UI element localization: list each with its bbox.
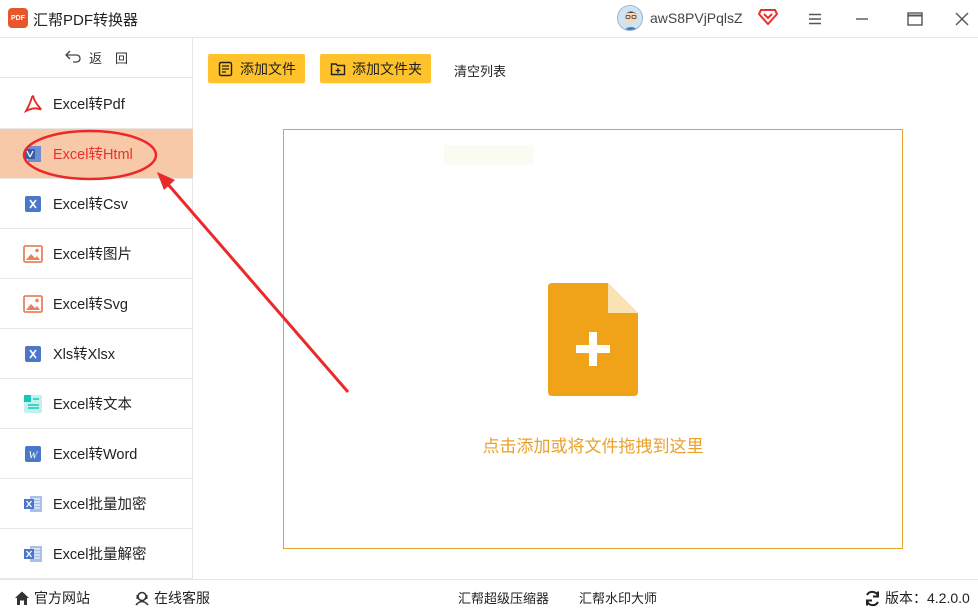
- version-label: 版本：: [885, 590, 927, 606]
- sidebar-item-excel-to-html[interactable]: Excel转Html: [0, 129, 193, 179]
- sidebar-item-xls-to-xlsx[interactable]: Xls转Xlsx: [0, 329, 193, 379]
- compressor-label: 汇帮超级压缩器: [458, 591, 550, 606]
- add-document-icon[interactable]: [548, 283, 638, 396]
- maximize-icon[interactable]: [902, 6, 928, 32]
- clear-list-button[interactable]: 清空列表: [454, 61, 506, 80]
- sidebar-item-excel-to-image[interactable]: Excel转图片: [0, 229, 193, 279]
- back-label: 返 回: [88, 51, 128, 66]
- add-folder-button[interactable]: 添加文件夹: [320, 54, 431, 83]
- app-title: 汇帮PDF转换器: [33, 12, 139, 29]
- add-folder-label: 添加文件夹: [352, 60, 422, 77]
- csv-icon: [23, 194, 43, 214]
- sidebar-item-excel-to-csv[interactable]: Excel转Csv: [0, 179, 193, 229]
- status-bar: 官方网站 在线客服 汇帮超级压缩器 汇帮水印大师 版本： 4.2.0.0: [0, 579, 978, 611]
- watermark-link[interactable]: 汇帮水印大师: [579, 588, 657, 607]
- excel-unlock-icon: [23, 544, 43, 564]
- sidebar-item-label: Excel转Word: [53, 447, 138, 463]
- app-logo: PDF: [8, 8, 28, 28]
- back-button[interactable]: 返 回: [0, 38, 193, 78]
- minimize-icon[interactable]: [849, 6, 875, 32]
- username[interactable]: awS8PVjPqlsZ: [650, 10, 743, 26]
- sidebar-item-excel-to-pdf[interactable]: Excel转Pdf: [0, 79, 193, 129]
- add-file-button[interactable]: 添加文件: [208, 54, 305, 83]
- title-bar: PDF 汇帮PDF转换器 awS8PVjPqlsZ: [0, 0, 978, 38]
- watermark-label: 汇帮水印大师: [579, 591, 658, 606]
- vip-diamond-icon[interactable]: [757, 8, 779, 26]
- drop-zone-text: 点击添加或将文件拖拽到这里: [482, 437, 704, 456]
- xlsx-icon: [23, 344, 43, 364]
- version-info[interactable]: 版本： 4.2.0.0: [864, 588, 970, 608]
- word-icon: W: [23, 444, 43, 464]
- menu-icon[interactable]: [802, 6, 828, 32]
- avatar[interactable]: [617, 5, 643, 31]
- sidebar-item-label: Excel转文本: [53, 397, 132, 413]
- compressor-link[interactable]: 汇帮超级压缩器: [458, 588, 549, 607]
- file-drop-zone[interactable]: 点击添加或将文件拖拽到这里: [283, 129, 903, 549]
- sidebar: 返 回 Excel转Pdf Excel转Html Excel转Csv Excel…: [0, 38, 193, 579]
- sidebar-item-label: Excel转Html: [53, 147, 133, 163]
- sidebar-item-excel-to-word[interactable]: W Excel转Word: [0, 429, 193, 479]
- pdf-icon: [23, 94, 43, 114]
- sidebar-item-label: Excel转Svg: [53, 297, 128, 313]
- official-website-label: 官方网站: [34, 590, 90, 606]
- sidebar-item-excel-batch-decrypt[interactable]: Excel批量解密: [0, 529, 193, 579]
- online-support-link[interactable]: 在线客服: [134, 588, 210, 608]
- sidebar-item-label: Excel批量加密: [53, 497, 147, 513]
- online-support-label: 在线客服: [154, 590, 210, 606]
- text-icon: [23, 394, 43, 414]
- sidebar-item-label: Excel转图片: [53, 247, 132, 263]
- drop-hint-area: [444, 145, 534, 165]
- add-file-label: 添加文件: [240, 60, 296, 77]
- close-icon[interactable]: [949, 6, 975, 32]
- version-number: 4.2.0.0: [927, 590, 970, 606]
- add-folder-icon: [330, 61, 346, 77]
- add-file-icon: [218, 61, 234, 77]
- image-icon: [23, 244, 43, 264]
- sidebar-item-excel-to-svg[interactable]: Excel转Svg: [0, 279, 193, 329]
- sidebar-item-label: Excel转Pdf: [53, 97, 125, 113]
- back-arrow-icon: [65, 49, 81, 67]
- sidebar-item-label: Xls转Xlsx: [53, 347, 116, 363]
- official-website-link[interactable]: 官方网站: [14, 588, 90, 608]
- html-icon: [23, 144, 43, 164]
- svg-text:W: W: [28, 449, 38, 461]
- sidebar-item-label: Excel转Csv: [53, 197, 128, 213]
- home-icon: [14, 590, 30, 606]
- headset-icon: [134, 590, 150, 606]
- excel-lock-icon: [23, 494, 43, 514]
- sidebar-item-label: Excel批量解密: [53, 547, 147, 563]
- svg-image-icon: [23, 294, 43, 314]
- refresh-icon: [864, 590, 881, 607]
- sidebar-item-excel-to-text[interactable]: Excel转文本: [0, 379, 193, 429]
- sidebar-item-excel-batch-encrypt[interactable]: Excel批量加密: [0, 479, 193, 529]
